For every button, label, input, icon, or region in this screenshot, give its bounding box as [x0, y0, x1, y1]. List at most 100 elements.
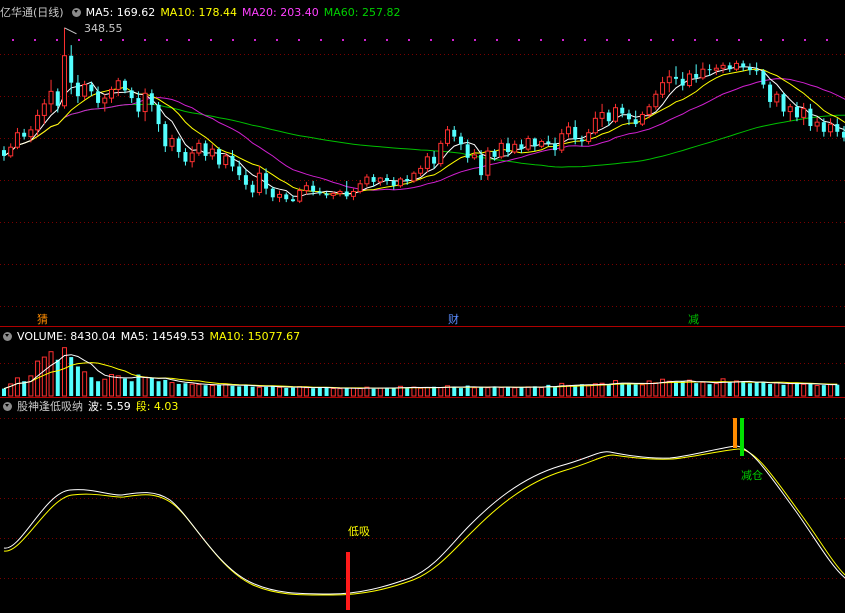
volume-bar: [277, 386, 283, 397]
volume-bar: [525, 386, 531, 397]
buy-signal-bar: [346, 552, 350, 610]
volume-bar: [264, 386, 269, 396]
volume-bar: [660, 378, 666, 397]
event-marker-cai[interactable]: 猜: [37, 314, 48, 326]
volume-bar: [680, 381, 685, 396]
price-candle: [418, 167, 424, 174]
price-candle: [69, 55, 74, 83]
volume-bar: [498, 387, 504, 397]
price-candle: [633, 119, 638, 125]
price-candle: [183, 152, 188, 162]
volume-bar: [713, 383, 719, 397]
volume-bar: [176, 383, 181, 396]
price-candle: [169, 138, 175, 147]
volume-bar: [149, 377, 154, 396]
volume-bar: [371, 388, 376, 396]
price-candle: [41, 103, 47, 116]
price-ma60-line: [3, 103, 845, 168]
price-candle: [539, 140, 545, 147]
volume-bar: [237, 386, 242, 396]
price-candle: [203, 143, 208, 156]
volume-bar: [787, 383, 793, 397]
price-candle: [311, 185, 316, 192]
volume-menu-icon[interactable]: [3, 332, 12, 341]
price-candle: [613, 107, 619, 122]
volume-bar: [781, 384, 786, 396]
price-candle: [747, 67, 752, 71]
price-candle: [317, 191, 322, 194]
event-marker-jian[interactable]: 减: [688, 314, 699, 326]
volume-bar: [438, 387, 444, 397]
price-candle: [801, 108, 807, 118]
price-candle: [385, 178, 390, 181]
price-candle: [270, 188, 275, 198]
volume-bar: [639, 384, 645, 397]
price-candle: [189, 152, 195, 163]
price-candle: [277, 193, 283, 198]
price-candle: [2, 150, 6, 156]
indicator-bo-line: [3, 445, 845, 595]
event-marker-cai-finance[interactable]: 财: [448, 314, 459, 326]
panel-menu-icon[interactable]: [71, 8, 81, 17]
volume-bar: [424, 387, 430, 397]
price-candle: [835, 124, 840, 132]
price-candle: [217, 149, 222, 165]
volume-bar: [136, 374, 141, 396]
stock-chart[interactable]: [0, 0, 845, 613]
volume-bar: [492, 386, 497, 396]
volume-bar: [794, 382, 799, 396]
price-candle: [122, 80, 127, 91]
price-candle: [452, 129, 457, 137]
indicator-dot: [342, 39, 344, 41]
price-candle: [774, 93, 780, 103]
volume-bar: [344, 388, 349, 396]
price-candle: [498, 142, 504, 158]
price-candle: [163, 124, 168, 147]
indicator-dot: [232, 39, 234, 41]
price-candle: [156, 104, 161, 125]
volume-bar: [479, 386, 484, 396]
indicator-dot: [254, 39, 256, 41]
price-candle: [264, 173, 269, 189]
volume-bar: [330, 387, 336, 397]
price-candle: [230, 155, 235, 167]
volume-bar: [142, 376, 148, 397]
volume-bar: [391, 388, 396, 396]
price-candle: [424, 156, 430, 169]
indicator-dot: [672, 39, 674, 41]
volume-bar: [350, 387, 356, 397]
indicator-dot: [474, 39, 476, 41]
price-candle: [237, 166, 242, 176]
price-candle: [761, 71, 766, 85]
price-candle: [606, 112, 611, 122]
indicator-menu-icon[interactable]: [3, 402, 12, 411]
price-candle: [243, 175, 248, 185]
indicator-dot: [496, 39, 498, 41]
price-candle: [89, 84, 94, 92]
indicator-panel-header: 股神逢低吸纳 波: 5.59 段: 4.03: [0, 400, 183, 414]
volume-bar: [666, 380, 672, 397]
indicator-dot: [100, 39, 102, 41]
price-candle: [411, 172, 417, 182]
price-candle: [814, 121, 820, 127]
volume-bar: [519, 387, 524, 396]
volume-bar: [694, 383, 699, 396]
price-candle: [35, 114, 41, 131]
volume-bar: [14, 377, 20, 397]
price-candle: [284, 194, 289, 200]
high-price-label: 348.55: [84, 22, 123, 35]
volume-bar: [96, 381, 101, 396]
price-candle: [142, 92, 148, 113]
volume-bar: [89, 377, 94, 396]
indicator-dot: [430, 39, 432, 41]
volume-bar: [512, 387, 518, 397]
price-candle: [720, 64, 726, 69]
price-candle: [344, 191, 349, 197]
price-candle: [458, 136, 463, 145]
price-candle: [707, 69, 712, 71]
price-candle: [432, 156, 437, 164]
volume-bar: [733, 380, 739, 397]
price-candle: [109, 88, 115, 99]
volume-bar: [163, 379, 168, 396]
sell-signal-bar-green: [740, 418, 744, 456]
